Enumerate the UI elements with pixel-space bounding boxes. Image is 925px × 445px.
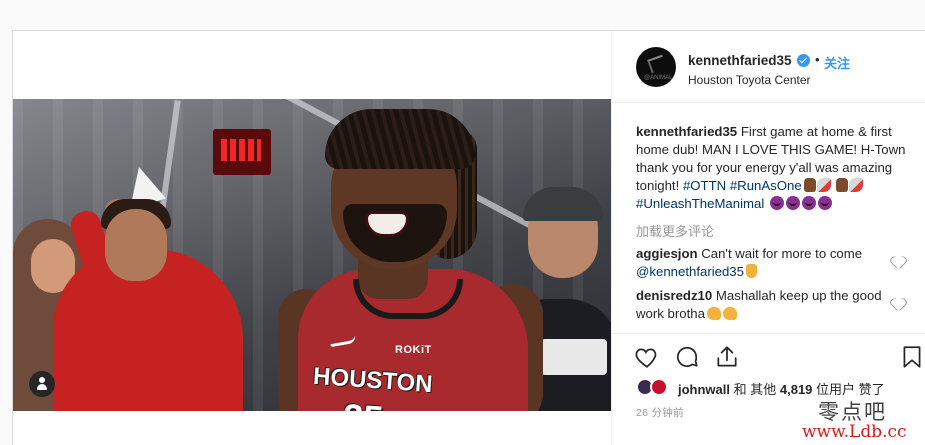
save-button[interactable]	[899, 344, 925, 372]
heart-icon	[635, 348, 657, 368]
post-author-username[interactable]: kennethfaried35	[688, 53, 792, 68]
devil-emoji-icon	[801, 196, 816, 210]
fan-shirt-logo	[541, 339, 607, 375]
post-card: ROKiT HOUSTON 35 @ANIMAL kennethfaried35…	[12, 30, 925, 445]
watermark-url: www.Ldb.cc	[802, 422, 907, 442]
liker-avatar[interactable]	[650, 378, 668, 396]
comment-icon	[676, 346, 698, 367]
user-tag-icon	[37, 377, 47, 391]
like-button[interactable]	[634, 344, 662, 372]
flexed-bicep-emoji-icon	[722, 307, 737, 320]
likes-summary: johnwall 和 其他 4,819 位用户 赞了	[636, 376, 925, 398]
hashtag-link[interactable]: #OTTN	[683, 178, 726, 193]
likes-connector: 和 其他	[733, 382, 777, 397]
share-button[interactable]	[714, 344, 742, 372]
jersey-sponsor: ROKiT	[395, 344, 432, 356]
likes-suffix: 位用户 赞了	[816, 382, 885, 397]
post-caption: kennethfaried35 First game at home & fir…	[636, 123, 914, 213]
comment-item: denisredz10 Mashallah keep up the good w…	[636, 287, 894, 323]
scoreboard	[213, 129, 271, 175]
post-sidebar: @ANIMAL kennethfaried35 • 关注 Houston Toy…	[611, 31, 925, 445]
avatar[interactable]: @ANIMAL	[636, 47, 676, 87]
comment-item: aggiesjon Can't wait for more to come @k…	[636, 245, 894, 281]
load-more-comments-link[interactable]: 加载更多评论	[636, 221, 714, 240]
post-photo[interactable]: ROKiT HOUSTON 35	[13, 99, 611, 411]
user-tag-button[interactable]	[29, 371, 55, 397]
comment-like-heart-icon[interactable]	[892, 257, 904, 269]
verified-badge-icon	[797, 54, 810, 67]
liker-username[interactable]: johnwall	[678, 382, 730, 397]
fan-face	[105, 209, 167, 281]
devil-emoji-icon	[817, 196, 832, 210]
caption-username[interactable]: kennethfaried35	[636, 124, 737, 139]
rocket-emoji-icon	[816, 178, 831, 192]
post-timestamp[interactable]: 26 分钟前	[636, 405, 684, 420]
separator-dot: •	[815, 52, 820, 67]
likes-count[interactable]: 4,819	[780, 382, 813, 397]
jersey-number: 35	[342, 396, 385, 411]
comment-username[interactable]: aggiesjon	[636, 246, 698, 261]
hashtag-link[interactable]: #UnleashTheManimal	[636, 196, 764, 211]
rocket-emoji-icon	[849, 178, 864, 192]
comment-like-heart-icon[interactable]	[892, 299, 904, 311]
player-hair	[325, 109, 475, 169]
bookmark-icon	[903, 346, 921, 368]
devil-emoji-icon	[769, 196, 784, 210]
avatar-caption: @ANIMAL	[644, 75, 673, 81]
fist-emoji-icon	[836, 178, 849, 192]
avatar-logo-icon	[647, 54, 667, 74]
fist-emoji-icon	[803, 178, 816, 192]
post-location[interactable]: Houston Toyota Center	[688, 73, 811, 87]
hashtag-link[interactable]: #RunAsOne	[730, 178, 802, 193]
flexed-bicep-emoji-icon	[706, 307, 721, 320]
share-icon	[717, 346, 737, 367]
follow-button[interactable]: 关注	[824, 53, 850, 72]
comment-username[interactable]: denisredz10	[636, 288, 712, 303]
horns-hand-emoji-icon	[745, 264, 757, 278]
comment-mention[interactable]: @kennethfaried35	[636, 264, 744, 279]
comment-button[interactable]	[674, 344, 702, 372]
comment-text: Can't wait for more to come	[701, 246, 863, 261]
devil-emoji-icon	[785, 196, 800, 210]
post-header: @ANIMAL kennethfaried35 • 关注 Houston Toy…	[612, 31, 925, 103]
